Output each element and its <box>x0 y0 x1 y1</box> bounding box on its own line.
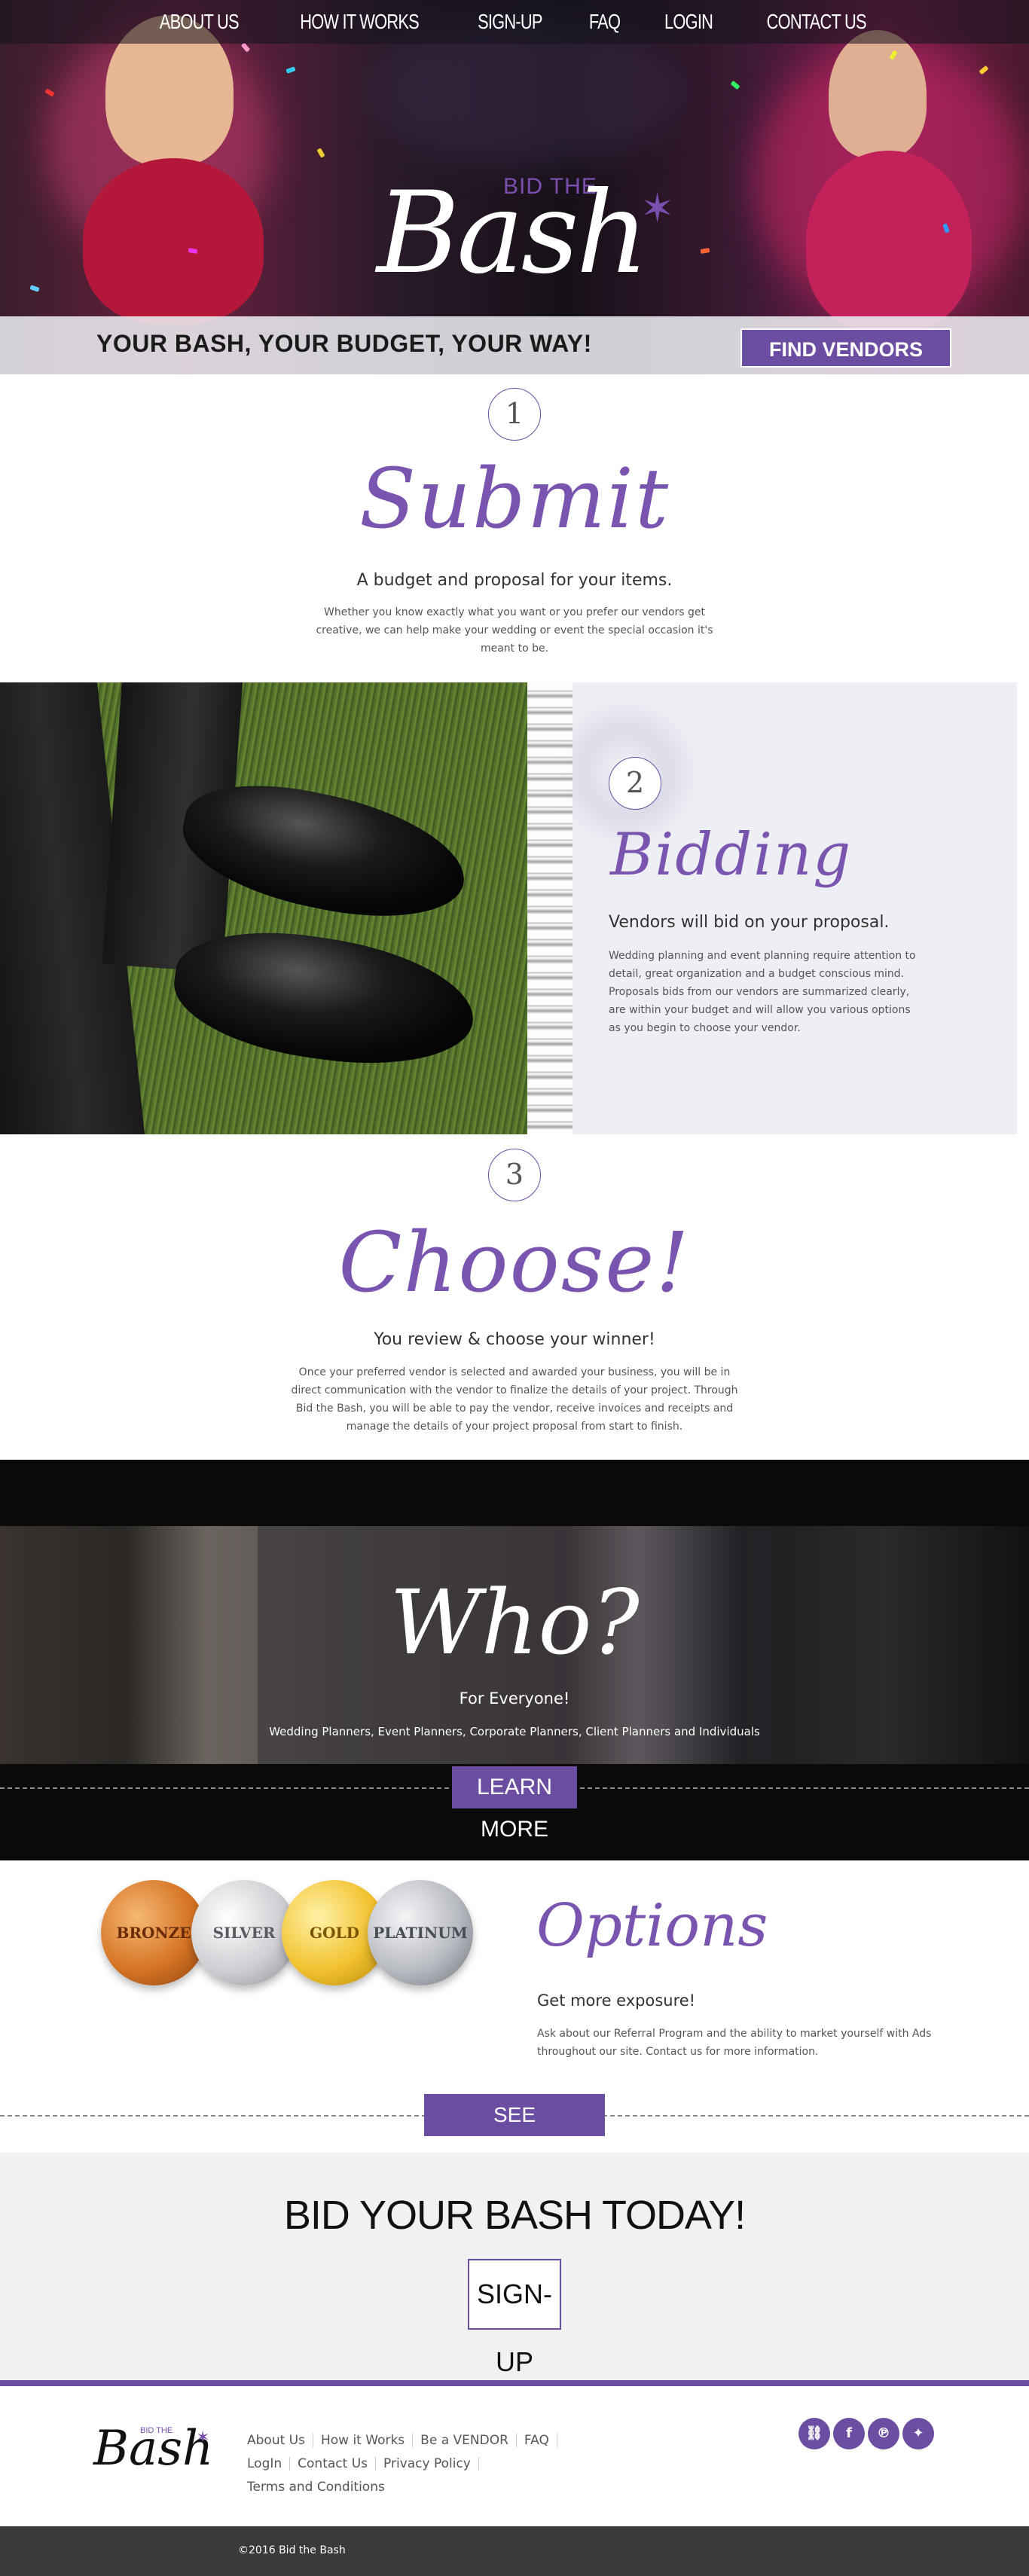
step-body-submit: Whether you know exactly what you want o… <box>316 606 713 655</box>
hero-banner: ABOUT US HOW IT WORKS SIGN-UP FAQ LOGIN … <box>0 0 1029 374</box>
lace-edge <box>527 682 573 1134</box>
who-body: Wedding Planners, Event Planners, Corpor… <box>269 1725 760 1738</box>
see-membership-plans-button[interactable]: SEE MEMBERSHIP PLANS <box>424 2094 605 2211</box>
footer-link-login[interactable]: LogIn <box>247 2457 291 2471</box>
bidding-photo <box>0 682 1017 1134</box>
hero-logo[interactable]: BID THE Bash ✶ <box>377 154 678 305</box>
who-title: Who? <box>389 1570 640 1674</box>
footer-link-privacy-policy[interactable]: Privacy Policy <box>376 2457 479 2471</box>
who-subtitle: For Everyone! <box>459 1689 570 1708</box>
hero-person-right <box>829 30 927 158</box>
footer-link-contact-us[interactable]: Contact Us <box>290 2457 377 2471</box>
step-body-choose: Once your preferred vendor is selected a… <box>291 1366 738 1433</box>
platinum-medal: PLATINUM <box>368 1880 473 1985</box>
pinterest-icon[interactable]: ℗ <box>868 2418 899 2449</box>
logo-main-text: Bash <box>377 168 649 299</box>
nav-login[interactable]: LOGIN <box>664 10 713 34</box>
confetti <box>730 80 740 90</box>
cta-title: BID YOUR BASH TODAY! <box>283 2193 746 2238</box>
confetti <box>979 65 989 75</box>
footer-link-how-it-works[interactable]: How it Works <box>313 2434 414 2447</box>
confetti <box>29 285 40 292</box>
confetti <box>700 248 710 254</box>
silver-medal: SILVER <box>191 1880 297 1985</box>
step-subtitle-choose: You review & choose your winner! <box>374 1330 655 1349</box>
step-number-2: 2 <box>609 757 661 810</box>
link-icon[interactable]: ⛓ <box>798 2418 830 2449</box>
step-subtitle-submit: A budget and proposal for your items. <box>356 571 673 590</box>
step-body-bidding: Wedding planning and event planning requ… <box>609 950 916 1034</box>
bronze-medal: BRONZE <box>101 1880 206 1985</box>
step-title-bidding: Bidding <box>610 821 853 889</box>
footer-link-faq[interactable]: FAQ <box>517 2434 557 2447</box>
footer-links: About Us How it Works Be a VENDOR FAQ LogIn… <box>247 2429 639 2499</box>
star-icon: ✶ <box>640 185 675 232</box>
hero-tagline: YOUR BASH, YOUR BUDGET, YOUR WAY! <box>96 330 592 357</box>
learn-more-button[interactable]: LEARN MORE <box>452 1766 577 1842</box>
nav-contact-us[interactable]: CONTACT US <box>767 10 867 34</box>
step-subtitle-bidding: Vendors will bid on your proposal. <box>609 913 890 932</box>
confetti <box>316 148 325 158</box>
twitter-icon[interactable]: ✦ <box>902 2418 934 2449</box>
confetti <box>285 66 296 74</box>
step-title-choose: Choose! <box>338 1214 691 1311</box>
main-nav: ABOUT US HOW IT WORKS SIGN-UP FAQ LOGIN … <box>0 0 1029 44</box>
nav-about-us[interactable]: ABOUT US <box>160 10 240 34</box>
options-title: Options <box>536 1892 768 1960</box>
find-vendors-button[interactable]: FIND VENDORS NOW! <box>740 328 951 368</box>
footer-link-about-us[interactable]: About Us <box>247 2434 313 2447</box>
step-number-1: 1 <box>488 388 541 441</box>
facebook-icon[interactable]: f <box>833 2418 865 2449</box>
options-subtitle: Get more exposure! <box>537 1992 696 2010</box>
hero-person-right-dress <box>806 151 972 331</box>
footer-link-be-a-vendor[interactable]: Be a VENDOR <box>413 2434 517 2447</box>
nav-how-it-works[interactable]: HOW IT WORKS <box>300 10 419 34</box>
footer-bottom-bar <box>0 2526 1029 2576</box>
copyright-text: ©2016 Bid the Bash <box>238 2544 346 2556</box>
confetti <box>44 88 55 97</box>
star-icon: ✶ <box>196 2428 210 2447</box>
nav-faq[interactable]: FAQ <box>589 10 621 34</box>
confetti <box>240 42 251 53</box>
footer-link-terms[interactable]: Terms and Conditions <box>247 2480 392 2494</box>
step-number-3: 3 <box>488 1149 541 1201</box>
options-body: Ask about our Referral Program and the a… <box>537 2028 932 2058</box>
sign-up-button[interactable]: SIGN-UP <box>468 2259 561 2377</box>
nav-sign-up[interactable]: SIGN-UP <box>478 10 542 34</box>
hero-person-left-dress <box>83 158 264 324</box>
lace-dress-texture <box>527 682 1017 1134</box>
step-title-submit: Submit <box>359 450 670 547</box>
footer-divider <box>0 2380 1029 2386</box>
